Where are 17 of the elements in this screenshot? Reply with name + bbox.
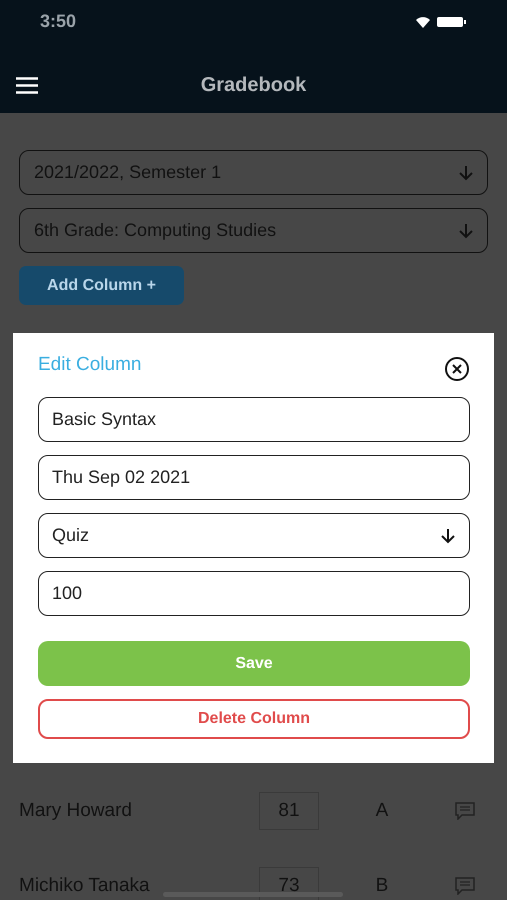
wifi-battery-icon xyxy=(415,14,467,28)
add-column-button[interactable]: Add Column + xyxy=(19,266,184,305)
down-arrow-icon xyxy=(441,528,455,544)
dropdown-field[interactable]: Quiz xyxy=(38,513,470,558)
delete-button[interactable]: Delete Column xyxy=(38,699,470,739)
header-title: Gradebook xyxy=(200,74,306,96)
close-icon[interactable] xyxy=(444,356,470,382)
dropdown-value: Quiz xyxy=(52,525,90,546)
input-field[interactable]: 100 xyxy=(38,571,470,616)
down-arrow-icon xyxy=(459,222,473,238)
input-field[interactable]: Basic Syntax xyxy=(38,397,470,442)
status-time: 3:50 xyxy=(40,11,76,32)
save-button[interactable]: Save xyxy=(38,641,470,686)
down-arrow-icon xyxy=(459,164,473,180)
input-field[interactable]: Thu Sep 02 2021 xyxy=(38,455,470,500)
menu-icon[interactable] xyxy=(16,77,38,94)
dialog-title: Edit Column xyxy=(38,354,142,376)
